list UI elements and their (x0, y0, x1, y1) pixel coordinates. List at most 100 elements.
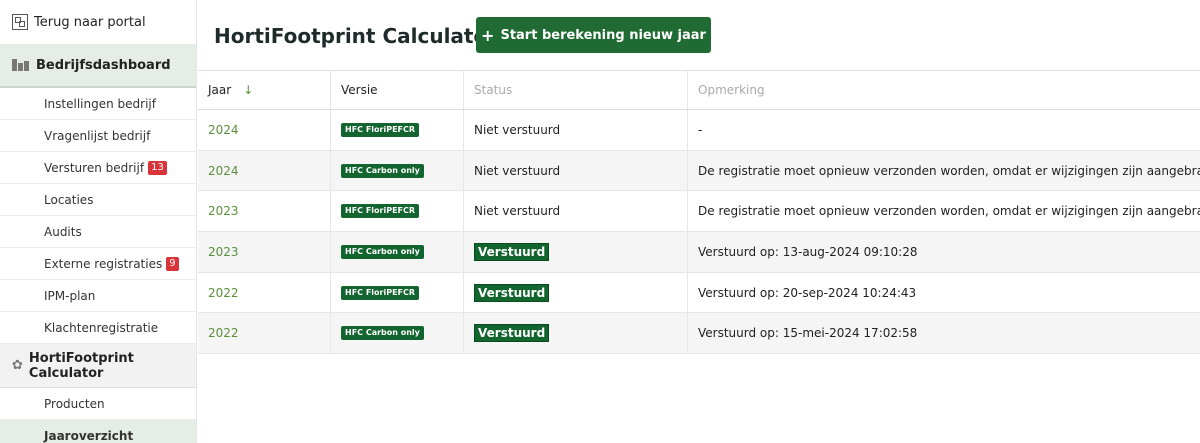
note-text: - (698, 122, 703, 137)
status-cell: Verstuurd (464, 232, 688, 272)
sidebar-item-externe-registraties[interactable]: Externe registraties 9 (0, 248, 196, 280)
version-tag: HFC FloriPEFCR (341, 122, 420, 137)
sidebar: Terug naar portal Bedrijfsdashboard Inst… (0, 0, 197, 443)
version-tag: HFC Carbon only (341, 163, 424, 178)
sidebar-item-audits[interactable]: Audits (0, 216, 196, 248)
year-overview-table: Jaar ↓ Versie Status Opmerking 2024 HFC F… (198, 70, 1200, 355)
status-cell: Verstuurd (464, 313, 688, 354)
page-title: HortiFootprint Calculator (214, 24, 498, 48)
note-text: De registratie moet opnieuw verzonden wo… (698, 163, 1200, 178)
back-to-portal-link[interactable]: Terug naar portal (0, 0, 196, 44)
table-row[interactable]: 2023 HFC Carbon only Verstuurd Verstuurd op… (198, 232, 1200, 273)
table-row[interactable]: 2022 HFC Carbon only Verstuurd Verstuurd op… (198, 313, 1200, 355)
note-cell: De registratie moet opnieuw verzonden wo… (688, 151, 1200, 191)
note-text: De registratie moet opnieuw verzonden wo… (698, 204, 1200, 219)
year-cell: 2024 (198, 150, 331, 191)
table-row[interactable]: 2024 HFC Carbon only Niet verstuurd De regi… (198, 150, 1200, 192)
version-cell: HFC Carbon only (331, 313, 464, 354)
column-header-label: Versie (341, 83, 378, 97)
note-cell: - (688, 110, 1200, 150)
sidebar-item-jaaroverzicht[interactable]: Jaaroverzicht (0, 420, 196, 443)
year-cell: 2024 (198, 110, 331, 150)
column-header-year[interactable]: Jaar ↓ (198, 71, 331, 109)
sidebar-item-producten[interactable]: Producten (0, 388, 196, 420)
version-tag: HFC Carbon only (341, 326, 424, 341)
note-cell: Verstuurd op: 20-sep-2024 10:24:43 (688, 273, 1200, 313)
start-new-year-label: Start berekening nieuw jaar (500, 27, 706, 43)
status-cell: Verstuurd (464, 272, 688, 313)
portal-icon (12, 14, 28, 30)
status-cell: Niet verstuurd (464, 110, 688, 150)
note-text: Verstuurd op: 13-aug-2024 09:10:28 (698, 244, 918, 259)
column-header-label: Opmerking (698, 83, 765, 97)
sidebar-item-locaties[interactable]: Locaties (0, 184, 196, 216)
count-badge: 13 (148, 160, 167, 175)
sidebar-item-label: Vragenlijst bedrijf (44, 128, 151, 143)
sidebar-item-label: Instellingen bedrijf (44, 96, 156, 111)
plus-icon: + (481, 25, 495, 45)
sidebar-item-ipm-plan[interactable]: IPM-plan (0, 280, 196, 312)
table-row[interactable]: 2022 HFC FloriPEFCR Verstuurd Verstuurd op:… (198, 272, 1200, 314)
sidebar-item-versturen[interactable]: Versturen bedrijf 13 (0, 152, 196, 184)
year-value[interactable]: 2023 (208, 204, 239, 218)
year-cell: 2023 (198, 191, 331, 232)
status-cell: Niet verstuurd (464, 150, 688, 191)
version-tag: HFC FloriPEFCR (341, 285, 420, 300)
sidebar-item-label: IPM-plan (44, 288, 96, 303)
note-text: Verstuurd op: 15-mei-2024 17:02:58 (698, 326, 918, 341)
note-cell: De registratie moet opnieuw verzonden wo… (688, 191, 1200, 231)
status-badge: Verstuurd (474, 283, 550, 302)
year-value[interactable]: 2022 (208, 286, 239, 300)
start-new-year-button[interactable]: + Start berekening nieuw jaar (476, 17, 711, 53)
sidebar-section-calculator[interactable]: ✿ HortiFootprint Calculator (0, 344, 196, 388)
note-cell: Verstuurd op: 15-mei-2024 17:02:58 (688, 313, 1200, 353)
year-value[interactable]: 2024 (208, 164, 239, 178)
sidebar-item-vragenlijst[interactable]: Vragenlijst bedrijf (0, 120, 196, 152)
version-cell: HFC Carbon only (331, 232, 464, 272)
status-badge: Verstuurd (474, 242, 550, 261)
note-text: Verstuurd op: 20-sep-2024 10:24:43 (698, 285, 917, 300)
sidebar-item-label: Jaaroverzicht (44, 429, 134, 443)
year-value[interactable]: 2024 (208, 123, 239, 137)
status-badge: Niet verstuurd (474, 163, 561, 178)
table-row[interactable]: 2023 HFC FloriPEFCR Niet verstuurd De regis… (198, 191, 1200, 233)
sidebar-item-label: Producten (44, 396, 105, 411)
sprout-icon: ✿ (12, 358, 23, 373)
sort-down-icon: ↓ (243, 83, 254, 97)
sidebar-section-calculator-label: HortiFootprint Calculator (28, 350, 134, 381)
table-header: Jaar ↓ Versie Status Opmerking (198, 70, 1200, 110)
year-value[interactable]: 2023 (208, 245, 239, 259)
sidebar-item-label: Audits (44, 224, 82, 239)
status-cell: Niet verstuurd (464, 191, 688, 232)
back-to-portal-label: Terug naar portal (34, 14, 146, 30)
column-header-label: Jaar (208, 83, 232, 97)
sidebar-item-label: Versturen bedrijf (44, 160, 145, 175)
status-badge: Niet verstuurd (474, 204, 561, 219)
column-header-status: Status (464, 71, 688, 109)
table-row[interactable]: 2024 HFC FloriPEFCR Niet verstuurd - (198, 110, 1200, 151)
sidebar-item-label: Klachtenregistratie (44, 320, 159, 335)
status-badge: Verstuurd (474, 324, 550, 343)
version-cell: HFC FloriPEFCR (331, 110, 464, 150)
sidebar-item-label: Externe registraties (44, 256, 163, 271)
note-cell: Verstuurd op: 13-aug-2024 09:10:28 (688, 232, 1200, 272)
year-cell: 2023 (198, 232, 331, 272)
year-cell: 2022 (198, 272, 331, 313)
column-header-version[interactable]: Versie (331, 71, 464, 109)
version-cell: HFC Carbon only (331, 150, 464, 191)
sidebar-item-instellingen[interactable]: Instellingen bedrijf (0, 88, 196, 120)
column-header-note: Opmerking (688, 71, 1200, 109)
buildings-icon (12, 59, 30, 71)
version-cell: HFC FloriPEFCR (331, 191, 464, 232)
version-tag: HFC FloriPEFCR (341, 204, 420, 219)
year-cell: 2022 (198, 313, 331, 354)
version-tag: HFC Carbon only (341, 244, 424, 259)
count-badge: 9 (166, 256, 179, 271)
year-value[interactable]: 2022 (208, 326, 239, 340)
version-cell: HFC FloriPEFCR (331, 272, 464, 313)
sidebar-item-label: Locaties (44, 192, 94, 207)
sidebar-section-company[interactable]: Bedrijfsdashboard (0, 44, 196, 88)
status-badge: Niet verstuurd (474, 122, 561, 137)
column-header-label: Status (474, 83, 513, 97)
sidebar-item-klachtenregistratie[interactable]: Klachtenregistratie (0, 312, 196, 344)
